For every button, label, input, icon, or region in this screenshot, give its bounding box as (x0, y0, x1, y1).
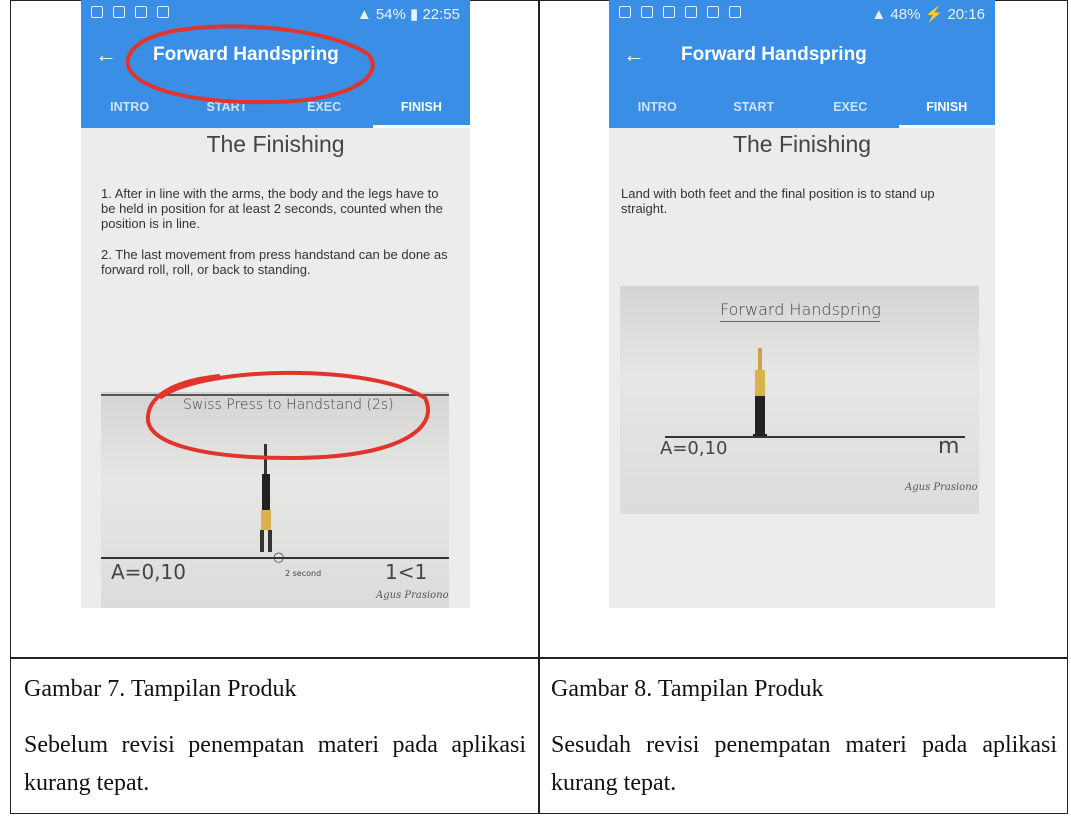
notification-icon (91, 6, 103, 18)
tab-start[interactable]: START (706, 88, 803, 128)
paragraph-1: 1. After in line with the arms, the body… (101, 186, 443, 231)
notification-icons (619, 6, 741, 18)
sketch-title-underline (720, 321, 880, 322)
right-phone-screenshot: ▲ 48% ⚡ 20:16 ← Forward Handspring INTRO… (609, 0, 995, 608)
status-bar: ▲ 48% ⚡ 20:16 (609, 0, 995, 26)
notification-icons (91, 6, 169, 18)
notification-icon (641, 6, 653, 18)
sketch-title: Swiss Press to Handstand (2s) (183, 397, 394, 413)
section-heading: The Finishing (206, 131, 345, 157)
caption-right-description: Sesudah revisi penempatan materi pada ap… (551, 732, 1057, 796)
sketch-signature: Agus Prasiono (905, 482, 978, 493)
tab-bar: INTRO START EXEC FINISH (609, 88, 995, 128)
instagram-icon (707, 6, 719, 18)
app-title: Forward Handspring (153, 44, 339, 65)
sketch-symbol: 1<1 (385, 560, 428, 584)
message-icon (135, 6, 147, 18)
sketch-symbol: m (938, 434, 960, 459)
sketch-score: A=0,10 (111, 560, 186, 584)
status-right: ▲ 48% ⚡ 20:16 (871, 5, 985, 23)
tab-finish[interactable]: FINISH (898, 88, 996, 128)
app-title: Forward Handspring (681, 44, 867, 65)
sketch-timer-label: 2 second (285, 569, 322, 578)
back-arrow-icon[interactable]: ← (623, 42, 645, 68)
mail-icon (157, 6, 169, 18)
notification-icon (619, 6, 631, 18)
sketch-score: A=0,10 (660, 438, 728, 459)
notification-icon (113, 6, 125, 18)
clock: 20:16 (947, 6, 985, 23)
tab-exec[interactable]: EXEC (276, 88, 373, 128)
back-arrow-icon[interactable]: ← (95, 42, 117, 68)
app-bar: ← Forward Handspring (81, 26, 470, 88)
standing-figure (753, 348, 767, 438)
caption-left-title: Gambar 7. Tampilan Produk (24, 676, 297, 702)
battery-icon: ▮ (410, 6, 423, 23)
table-divider-horizontal (10, 657, 1068, 659)
message-icon (729, 6, 741, 18)
handstand-figure (260, 444, 272, 552)
battery-charging-icon: ⚡ (924, 6, 948, 23)
battery-level: 54% (375, 6, 406, 23)
mail-icon (685, 6, 697, 18)
illustration-photo: Forward Handspring A=0,10 m Agus Prasion… (620, 286, 979, 514)
battery-level: 48% (890, 6, 921, 23)
signal-icon: ▲ (871, 6, 891, 23)
signal-icon: ▲ (356, 6, 376, 23)
sketch-title: Forward Handspring (720, 300, 881, 319)
tab-start[interactable]: START (178, 88, 275, 128)
sketch-signature: Agus Prasiono (376, 590, 449, 601)
paragraph-1: Land with both feet and the final positi… (621, 186, 935, 216)
sketch-timer-circle: ○ (273, 550, 285, 565)
caption-left-description: Sebelum revisi penempatan materi pada ap… (24, 732, 526, 796)
tab-bar: INTRO START EXEC FINISH (81, 88, 470, 128)
tab-intro[interactable]: INTRO (609, 88, 706, 128)
caption-right-title: Gambar 8. Tampilan Produk (551, 676, 824, 702)
content-text: 1. After in line with the arms, the body… (101, 186, 451, 293)
status-bar: ▲ 54% ▮ 22:55 (81, 0, 470, 26)
left-phone-screenshot: ▲ 54% ▮ 22:55 ← Forward Handspring INTRO… (81, 0, 470, 608)
sketch-top-line (101, 394, 449, 396)
status-right: ▲ 54% ▮ 22:55 (357, 5, 460, 23)
app-bar: ← Forward Handspring (609, 26, 995, 88)
tab-intro[interactable]: INTRO (81, 88, 178, 128)
notification-icon (663, 6, 675, 18)
tab-finish[interactable]: FINISH (372, 88, 470, 128)
illustration-photo: Swiss Press to Handstand (2s) A=0,10 ○ 2… (101, 392, 449, 608)
paragraph-2: 2. The last movement from press handstan… (101, 247, 448, 277)
table-divider-vertical (538, 0, 540, 814)
section-heading: The Finishing (732, 131, 872, 157)
content-text: Land with both feet and the final positi… (621, 186, 976, 232)
tab-exec[interactable]: EXEC (802, 88, 899, 128)
clock: 22:55 (422, 6, 460, 23)
